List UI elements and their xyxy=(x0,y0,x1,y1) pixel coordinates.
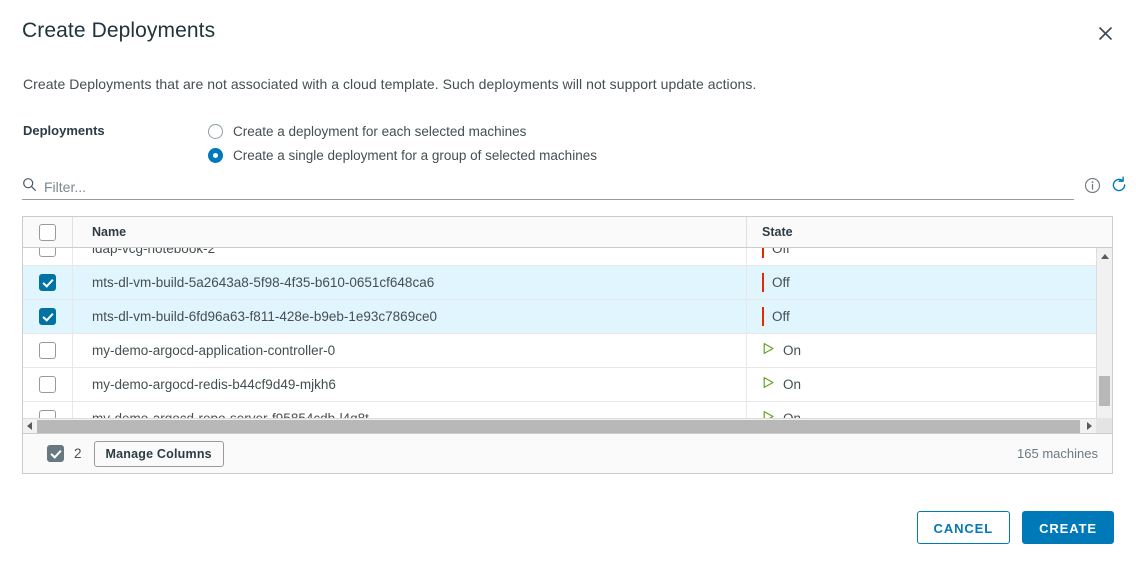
refresh-button[interactable] xyxy=(1110,176,1128,197)
dialog-description: Create Deployments that are not associat… xyxy=(23,76,757,92)
info-circle-icon xyxy=(1084,177,1101,197)
status-badge: Off xyxy=(762,306,790,326)
manage-columns-button[interactable]: Manage Columns xyxy=(93,440,224,467)
header-cell-state[interactable]: State xyxy=(747,217,1096,247)
chevron-right-icon xyxy=(1087,422,1092,430)
filter-bar[interactable] xyxy=(22,175,1074,200)
power-on-icon xyxy=(762,342,775,360)
chevron-up-icon xyxy=(1100,253,1109,259)
header-select-all-cell xyxy=(23,217,73,247)
row-cell-name: ldap-vcg-notebook-2 xyxy=(73,248,747,265)
create-button[interactable]: CREATE xyxy=(1022,511,1114,544)
header-cell-name[interactable]: Name xyxy=(73,217,747,247)
vertical-scrollbar[interactable] xyxy=(1096,248,1112,434)
machine-name: my-demo-argocd-application-controller-0 xyxy=(92,343,336,358)
power-off-icon xyxy=(762,306,764,326)
scroll-right-button[interactable] xyxy=(1083,419,1096,433)
state-label: Off xyxy=(772,248,790,256)
row-checkbox[interactable] xyxy=(39,342,56,359)
radio-icon-checked xyxy=(208,147,223,163)
status-badge: On xyxy=(762,376,801,394)
deployments-radio-group: Create a deployment for each selected ma… xyxy=(208,119,597,167)
horizontal-scroll-thumb[interactable] xyxy=(37,420,1080,433)
row-cell-state: Off xyxy=(747,300,1096,333)
radio-option-label: Create a single deployment for a group o… xyxy=(233,147,597,163)
machines-datagrid: Name State ldap-vcg-notebook-2 Off mts-d… xyxy=(22,216,1113,474)
table-row[interactable]: my-demo-argocd-redis-b44cf9d49-mjkh6 On xyxy=(23,368,1112,402)
filter-actions xyxy=(1084,176,1128,197)
state-label: On xyxy=(783,377,802,392)
close-icon xyxy=(1098,26,1113,41)
row-select-cell xyxy=(23,300,73,333)
row-cell-state: Off xyxy=(747,248,1096,265)
datagrid-body: ldap-vcg-notebook-2 Off mts-dl-vm-build-… xyxy=(23,248,1112,434)
deployments-field-label: Deployments xyxy=(23,123,105,138)
row-cell-name: mts-dl-vm-build-6fd96a63-f811-428e-b9eb-… xyxy=(73,300,747,333)
machine-name: ldap-vcg-notebook-2 xyxy=(92,248,216,256)
state-label: On xyxy=(783,343,802,358)
row-select-cell xyxy=(23,248,73,265)
row-checkbox[interactable] xyxy=(39,248,56,257)
row-cell-name: my-demo-argocd-application-controller-0 xyxy=(73,334,747,367)
close-button[interactable] xyxy=(1092,20,1118,46)
row-checkbox[interactable] xyxy=(39,308,56,325)
row-select-cell xyxy=(23,334,73,367)
row-cell-state: On xyxy=(747,368,1096,401)
filter-input[interactable] xyxy=(44,179,444,195)
status-badge: On xyxy=(762,342,801,360)
row-select-cell xyxy=(23,368,73,401)
footer-selection-checkbox[interactable] xyxy=(47,445,64,462)
dialog-actions: CANCEL CREATE xyxy=(916,511,1114,544)
table-row[interactable]: ldap-vcg-notebook-2 Off xyxy=(23,248,1112,266)
power-on-icon xyxy=(762,376,775,394)
row-cell-state: On xyxy=(747,334,1096,367)
vertical-scroll-thumb[interactable] xyxy=(1099,376,1110,406)
horizontal-scrollbar[interactable] xyxy=(23,418,1112,433)
scroll-up-button[interactable] xyxy=(1097,248,1112,264)
datagrid-footer: 2 Manage Columns 165 machines xyxy=(23,433,1112,473)
row-cell-name: my-demo-argocd-redis-b44cf9d49-mjkh6 xyxy=(73,368,747,401)
info-button[interactable] xyxy=(1084,177,1101,197)
selected-count: 2 xyxy=(74,446,82,461)
datagrid-header: Name State xyxy=(23,217,1112,248)
page-title: Create Deployments xyxy=(22,19,216,42)
select-all-checkbox[interactable] xyxy=(39,223,56,241)
column-header-label: State xyxy=(762,225,793,239)
table-row[interactable]: mts-dl-vm-build-6fd96a63-f811-428e-b9eb-… xyxy=(23,300,1112,334)
row-cell-name: mts-dl-vm-build-5a2643a8-5f98-4f35-b610-… xyxy=(73,266,747,299)
power-off-icon xyxy=(762,248,764,258)
radio-option-single-deployment[interactable]: Create a single deployment for a group o… xyxy=(208,143,597,167)
scrollbar-corner xyxy=(1096,418,1112,433)
machine-name: mts-dl-vm-build-6fd96a63-f811-428e-b9eb-… xyxy=(92,309,437,324)
radio-option-label: Create a deployment for each selected ma… xyxy=(233,123,527,139)
power-off-icon xyxy=(762,272,764,292)
table-row[interactable]: mts-dl-vm-build-5a2643a8-5f98-4f35-b610-… xyxy=(23,266,1112,300)
column-header-label: Name xyxy=(92,225,127,239)
state-label: Off xyxy=(772,275,790,290)
total-machines-label: 165 machines xyxy=(1017,446,1098,461)
row-checkbox[interactable] xyxy=(39,376,56,393)
search-icon xyxy=(22,177,37,197)
status-badge: Off xyxy=(762,248,790,258)
chevron-left-icon xyxy=(27,422,32,430)
scroll-left-button[interactable] xyxy=(23,419,36,433)
datagrid-rows: ldap-vcg-notebook-2 Off mts-dl-vm-build-… xyxy=(23,248,1112,434)
state-label: Off xyxy=(772,309,790,324)
machine-name: my-demo-argocd-redis-b44cf9d49-mjkh6 xyxy=(92,377,336,392)
row-select-cell xyxy=(23,266,73,299)
cancel-button[interactable]: CANCEL xyxy=(916,511,1011,544)
row-cell-state: Off xyxy=(747,266,1096,299)
refresh-icon xyxy=(1110,176,1128,197)
machine-name: mts-dl-vm-build-5a2643a8-5f98-4f35-b610-… xyxy=(92,275,435,290)
radio-icon-unchecked xyxy=(208,123,223,139)
status-badge: Off xyxy=(762,272,790,292)
radio-option-each-machine[interactable]: Create a deployment for each selected ma… xyxy=(208,119,597,143)
table-row[interactable]: my-demo-argocd-application-controller-0 … xyxy=(23,334,1112,368)
row-checkbox[interactable] xyxy=(39,274,56,291)
